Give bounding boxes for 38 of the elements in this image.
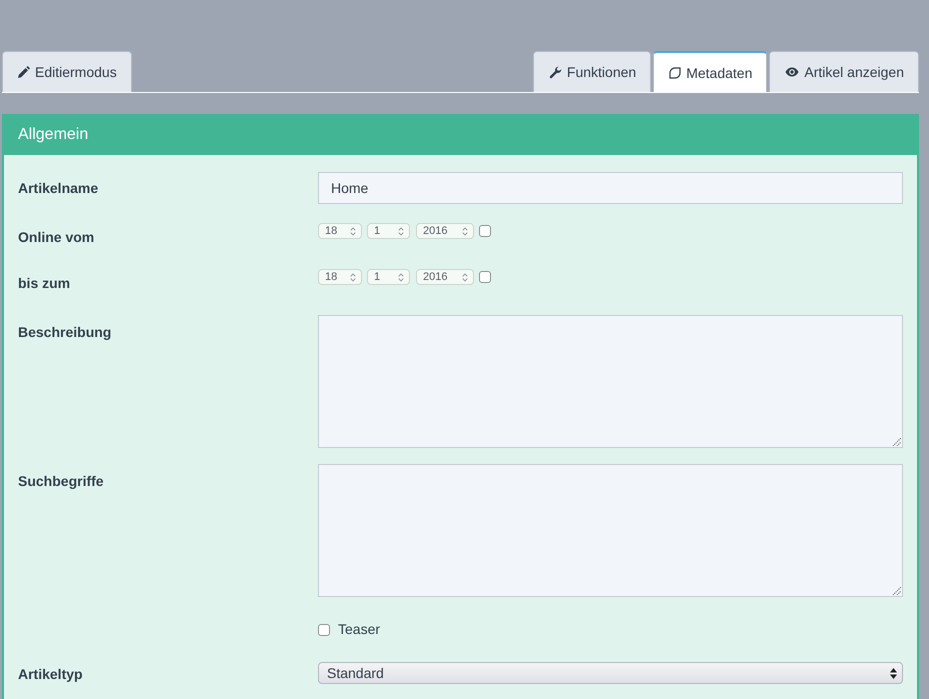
month-select[interactable]: 1 bbox=[367, 269, 410, 285]
pencil-icon bbox=[18, 66, 30, 78]
year-select[interactable]: 2016 bbox=[416, 269, 474, 285]
field-label: Artikeltyp bbox=[18, 665, 83, 684]
wrench-icon bbox=[548, 66, 562, 78]
day-select[interactable]: 18 bbox=[318, 223, 362, 239]
updown-arrows-icon bbox=[890, 668, 897, 678]
day-select[interactable]: 18 bbox=[318, 269, 362, 285]
field-label: Beschreibung bbox=[18, 323, 112, 342]
checkbox-label[interactable]: Teaser bbox=[338, 621, 380, 638]
tab[interactable]: Editiermodus bbox=[2, 51, 132, 92]
resize-grip-icon[interactable] bbox=[892, 437, 901, 446]
textarea-field[interactable] bbox=[318, 464, 903, 597]
chevron-updown-icon bbox=[462, 272, 468, 282]
field-label: bis zum bbox=[18, 274, 70, 293]
chevron-updown-icon bbox=[350, 226, 356, 236]
tab[interactable]: Artikel anzeigen bbox=[769, 51, 919, 92]
select-dropdown[interactable]: Standard bbox=[318, 662, 903, 684]
checkbox[interactable] bbox=[318, 624, 330, 636]
chevron-updown-icon bbox=[350, 272, 356, 282]
tab[interactable]: Funktionen bbox=[532, 51, 652, 92]
eye-icon bbox=[785, 67, 800, 77]
checkbox[interactable] bbox=[479, 225, 491, 237]
chevron-updown-icon bbox=[398, 226, 404, 236]
panel-title: Allgemein bbox=[18, 126, 88, 144]
month-select[interactable]: 1 bbox=[367, 223, 410, 239]
resize-grip-icon[interactable] bbox=[892, 586, 901, 595]
checkbox[interactable] bbox=[479, 271, 491, 283]
field-label: Online vom bbox=[18, 228, 94, 247]
tab[interactable]: Metadaten bbox=[653, 51, 768, 92]
text-field[interactable]: Home bbox=[318, 172, 903, 204]
chevron-updown-icon bbox=[462, 226, 468, 236]
year-select[interactable]: 2016 bbox=[416, 223, 474, 239]
field-label: Suchbegriffe bbox=[18, 472, 104, 491]
field-label: Artikelname bbox=[18, 179, 98, 198]
leaf-icon bbox=[669, 66, 682, 78]
chevron-updown-icon bbox=[398, 272, 404, 282]
textarea-field[interactable] bbox=[318, 315, 903, 448]
